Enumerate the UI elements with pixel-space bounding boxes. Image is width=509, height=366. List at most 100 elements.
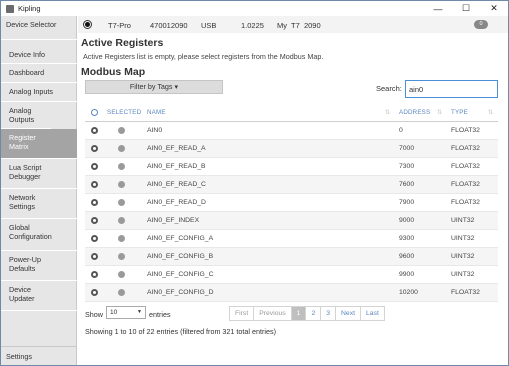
pagination-next[interactable]: Next: [336, 307, 361, 320]
sidebar-item-device-selector[interactable]: Device Selector: [1, 16, 77, 40]
register-type: UINT32: [451, 217, 475, 224]
add-register-icon[interactable]: [91, 163, 98, 170]
close-button[interactable]: ✕: [480, 1, 508, 16]
sort-icon[interactable]: ⇅: [385, 109, 390, 116]
register-address: 9000: [399, 217, 415, 224]
filter-by-tags-button[interactable]: Filter by Tags ▾: [85, 80, 223, 94]
page-size-select[interactable]: 10 ▼: [106, 306, 146, 319]
register-address: 7000: [399, 145, 415, 152]
maximize-button[interactable]: ☐: [452, 1, 480, 16]
add-register-icon[interactable]: [91, 217, 98, 224]
pagination-page-3[interactable]: 3: [321, 307, 337, 320]
table-row[interactable]: AIN0_EF_READ_C 7600 FLOAT32: [85, 176, 498, 194]
minimize-button[interactable]: —: [424, 1, 452, 16]
main-content: T7-Pro 470012090 USB 1.0225 My T7 2090 0…: [78, 16, 508, 365]
sidebar-item-global-configuration[interactable]: Global Configuration: [1, 219, 77, 251]
table-row[interactable]: AIN0_EF_INDEX 9000 UINT32: [85, 212, 498, 230]
register-type: FLOAT32: [451, 199, 480, 206]
sidebar-item-register-matrix[interactable]: Register Matrix: [1, 129, 77, 159]
register-name: AIN0_EF_READ_B: [147, 163, 206, 170]
search-input[interactable]: [405, 80, 498, 98]
column-header-address[interactable]: ADDRESS: [399, 109, 430, 116]
sidebar-item-analog-outputs[interactable]: Analog Outputs: [1, 102, 51, 129]
sidebar-item-power-up-defaults[interactable]: Power-Up Defaults: [1, 251, 77, 281]
pagination: First Previous 1 2 3 Next Last: [229, 306, 385, 321]
device-row[interactable]: T7-Pro 470012090 USB 1.0225 My T7 2090 0: [78, 16, 508, 33]
register-address: 0: [399, 127, 403, 134]
add-register-icon[interactable]: [91, 271, 98, 278]
sidebar-item-dashboard[interactable]: Dashboard: [1, 64, 77, 83]
table-row[interactable]: AIN0 0 FLOAT32: [85, 122, 498, 140]
table-summary: Showing 1 to 10 of 22 entries (filtered …: [85, 327, 276, 336]
register-name: AIN0_EF_READ_D: [147, 199, 206, 206]
app-window: Kipling — ☐ ✕ Device Selector Device Inf…: [0, 0, 509, 366]
register-type: FLOAT32: [451, 163, 480, 170]
sidebar: Device Selector Device Info Dashboard An…: [1, 16, 77, 365]
selected-indicator-icon: [118, 145, 125, 152]
pagination-page-2[interactable]: 2: [306, 307, 322, 320]
register-name: AIN0_EF_READ_A: [147, 145, 206, 152]
modbus-map-heading: Modbus Map: [81, 66, 146, 78]
register-name: AIN0: [147, 127, 163, 134]
sidebar-item-network-settings[interactable]: Network Settings: [1, 189, 77, 219]
table-footer: Show 10 ▼ entries First Previous 1 2 3 N…: [85, 306, 498, 322]
sort-icon[interactable]: ⇅: [488, 109, 493, 116]
register-address: 7600: [399, 181, 415, 188]
table-row[interactable]: AIN0_EF_CONFIG_C 9900 UINT32: [85, 266, 498, 284]
chevron-down-icon: ▼: [137, 309, 142, 315]
table-row[interactable]: AIN0_EF_READ_A 7000 FLOAT32: [85, 140, 498, 158]
register-type: UINT32: [451, 271, 475, 278]
register-address: 10200: [399, 289, 418, 296]
add-register-icon[interactable]: [91, 289, 98, 296]
window-controls: — ☐ ✕: [424, 1, 508, 16]
selected-indicator-icon: [118, 217, 125, 224]
column-header-name[interactable]: NAME: [147, 109, 166, 116]
search-label: Search:: [376, 84, 402, 93]
pagination-page-1[interactable]: 1: [291, 307, 307, 320]
register-type: FLOAT32: [451, 289, 480, 296]
table-row[interactable]: AIN0_EF_CONFIG_D 10200 FLOAT32: [85, 284, 498, 302]
column-header-type[interactable]: TYPE: [451, 109, 468, 116]
pagination-previous[interactable]: Previous: [254, 307, 292, 320]
title-bar: Kipling — ☐ ✕: [1, 1, 508, 16]
selected-indicator-icon: [118, 127, 125, 134]
device-radio-button[interactable]: [83, 20, 92, 29]
page-size-value: 10: [110, 309, 118, 316]
pagination-last[interactable]: Last: [361, 307, 384, 320]
info-icon[interactable]: [91, 109, 98, 116]
table-row[interactable]: AIN0_EF_CONFIG_B 9600 UINT32: [85, 248, 498, 266]
add-register-icon[interactable]: [91, 253, 98, 260]
add-register-icon[interactable]: [91, 235, 98, 242]
add-register-icon[interactable]: [91, 145, 98, 152]
table-row[interactable]: AIN0_EF_CONFIG_A 9300 UINT32: [85, 230, 498, 248]
sidebar-item-device-info[interactable]: Device Info: [1, 46, 77, 64]
window-title: Kipling: [18, 4, 41, 13]
pagination-first[interactable]: First: [230, 307, 255, 320]
add-register-icon[interactable]: [91, 127, 98, 134]
register-name: AIN0_EF_CONFIG_B: [147, 253, 214, 260]
selected-indicator-icon: [118, 289, 125, 296]
sort-icon[interactable]: ⇅: [437, 109, 442, 116]
register-name: AIN0_EF_INDEX: [147, 217, 200, 224]
sidebar-item-device-updater[interactable]: Device Updater: [1, 281, 77, 311]
sidebar-item-settings[interactable]: Settings: [1, 346, 77, 365]
sidebar-item-lua-script-debugger[interactable]: Lua Script Debugger: [1, 159, 77, 189]
add-register-icon[interactable]: [91, 199, 98, 206]
sidebar-item-analog-inputs[interactable]: Analog Inputs: [1, 83, 77, 102]
table-row[interactable]: AIN0_EF_READ_B 7300 FLOAT32: [85, 158, 498, 176]
table-header: SELECTED NAME ⇅ ADDRESS ⇅ TYPE ⇅: [85, 104, 498, 122]
active-registers-message: Active Registers list is empty, please s…: [83, 52, 324, 61]
table-row[interactable]: AIN0_EF_READ_D 7900 FLOAT32: [85, 194, 498, 212]
register-name: AIN0_EF_CONFIG_C: [147, 271, 214, 278]
register-address: 7900: [399, 199, 415, 206]
register-address: 9300: [399, 235, 415, 242]
column-header-selected[interactable]: SELECTED: [107, 109, 141, 116]
add-register-icon[interactable]: [91, 181, 98, 188]
device-serial: 470012090: [150, 21, 188, 30]
register-name: AIN0_EF_CONFIG_A: [147, 235, 214, 242]
selected-indicator-icon: [118, 163, 125, 170]
selected-indicator-icon: [118, 181, 125, 188]
device-badge: 0: [474, 20, 488, 29]
register-address: 9900: [399, 271, 415, 278]
register-address: 7300: [399, 163, 415, 170]
